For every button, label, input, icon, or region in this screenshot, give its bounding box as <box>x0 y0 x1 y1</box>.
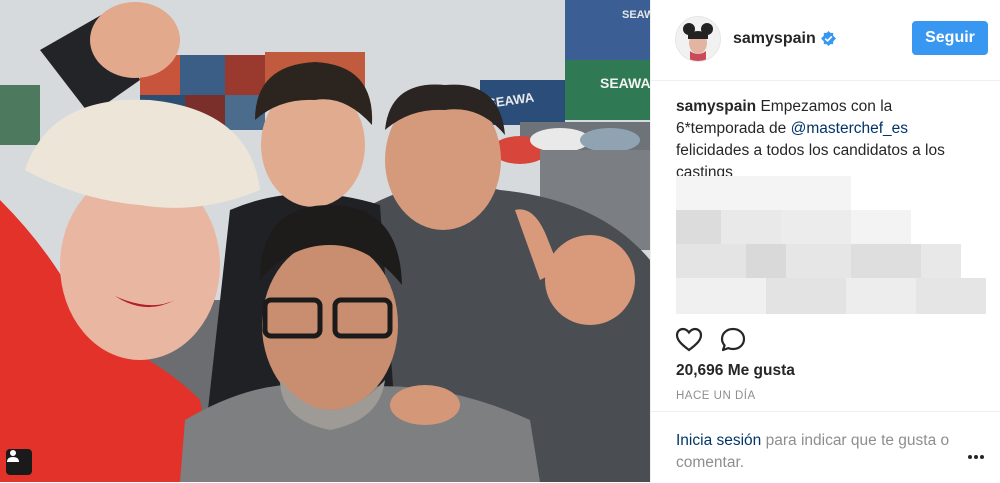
avatar-image <box>676 17 720 61</box>
more-options-icon[interactable] <box>966 452 986 462</box>
pixelated-redaction <box>676 176 986 314</box>
post-actions <box>675 326 795 354</box>
post-details-panel: samyspain Seguir samyspain Empezamos con… <box>650 0 1000 482</box>
instagram-post: SEAWA SEAW SEAWA samyspain Seguir samysp… <box>0 0 1000 482</box>
heart-icon[interactable] <box>675 326 703 354</box>
post-timestamp[interactable]: HACE UN DÍA <box>676 390 756 402</box>
user-tag-button[interactable] <box>6 449 32 475</box>
post-photo[interactable]: SEAWA SEAW SEAWA <box>0 0 650 482</box>
like-count[interactable]: 20,696 Me gusta <box>676 362 795 380</box>
login-link[interactable]: Inicia sesión <box>676 432 761 449</box>
username-link[interactable]: samyspain <box>733 30 816 48</box>
container-label: SEAWA <box>600 75 650 91</box>
mention-link[interactable]: @masterchef_es <box>791 120 908 137</box>
caption-username-link[interactable]: samyspain <box>676 98 756 115</box>
verified-badge-icon <box>821 31 836 46</box>
comment-icon[interactable] <box>719 326 747 354</box>
avatar[interactable] <box>675 16 721 62</box>
post-footer: Inicia sesión para indicar que te gusta … <box>651 411 1000 483</box>
post-caption: samyspain Empezamos con la 6*temporada d… <box>676 96 976 184</box>
container-label: SEAW <box>622 9 650 21</box>
post-header: samyspain Seguir <box>651 0 1000 81</box>
login-prompt: Inicia sesión para indicar que te gusta … <box>676 430 976 474</box>
user-tag-icon <box>7 450 19 462</box>
follow-button[interactable]: Seguir <box>912 21 988 55</box>
selfie-image: SEAWA SEAW SEAWA <box>0 0 650 482</box>
